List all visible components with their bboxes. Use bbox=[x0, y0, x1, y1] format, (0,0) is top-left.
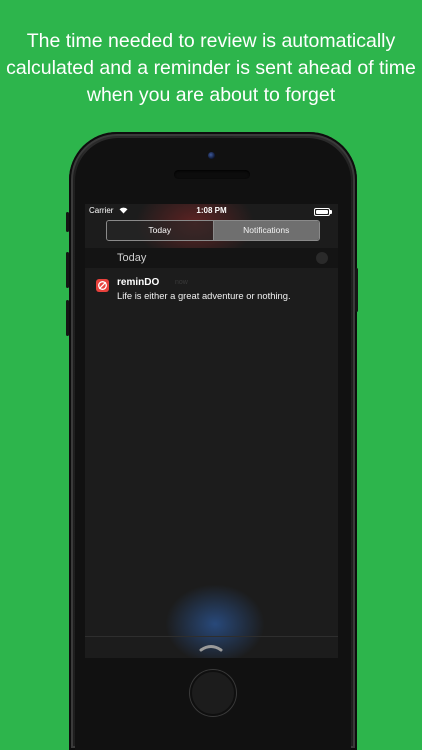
volume-up-button bbox=[66, 252, 69, 288]
caption-line-3: when you are about to forget bbox=[86, 84, 336, 106]
section-header-today: Today bbox=[85, 248, 338, 268]
tab-today[interactable]: Today bbox=[107, 221, 213, 240]
power-button bbox=[355, 268, 358, 312]
section-title: Today bbox=[117, 252, 147, 264]
notification-app-name: reminDO bbox=[117, 277, 160, 288]
notification-time: now bbox=[175, 279, 188, 286]
notification-message: Life is either a great adventure or noth… bbox=[117, 290, 291, 301]
phone-screen: Carrier 1:08 PM Today Notifications Toda… bbox=[85, 204, 338, 658]
clear-section-button[interactable] bbox=[316, 252, 328, 264]
battery-icon bbox=[314, 208, 332, 216]
mute-switch bbox=[66, 212, 69, 232]
front-camera bbox=[208, 152, 215, 159]
tab-notifications[interactable]: Notifications bbox=[212, 221, 319, 240]
notification-item[interactable]: reminDO now Life is either a great adven… bbox=[85, 274, 338, 314]
volume-down-button bbox=[66, 300, 69, 336]
earpiece-speaker bbox=[174, 170, 250, 179]
marketing-caption: The time needed to review is automatical… bbox=[0, 28, 422, 109]
tab-switcher: Today Notifications bbox=[106, 220, 320, 241]
chevron-up-handle-icon[interactable] bbox=[198, 642, 224, 652]
status-time: 1:08 PM bbox=[196, 206, 227, 215]
caption-line-1: The time needed to review is automatical… bbox=[26, 30, 396, 52]
app-glyph-icon bbox=[98, 281, 107, 290]
caption-line-2: calculated and a reminder is sent ahead … bbox=[6, 57, 416, 79]
status-bar: Carrier 1:08 PM bbox=[85, 204, 338, 218]
remindo-app-icon bbox=[96, 279, 109, 292]
home-button[interactable] bbox=[190, 670, 236, 716]
bottom-divider bbox=[85, 636, 338, 637]
